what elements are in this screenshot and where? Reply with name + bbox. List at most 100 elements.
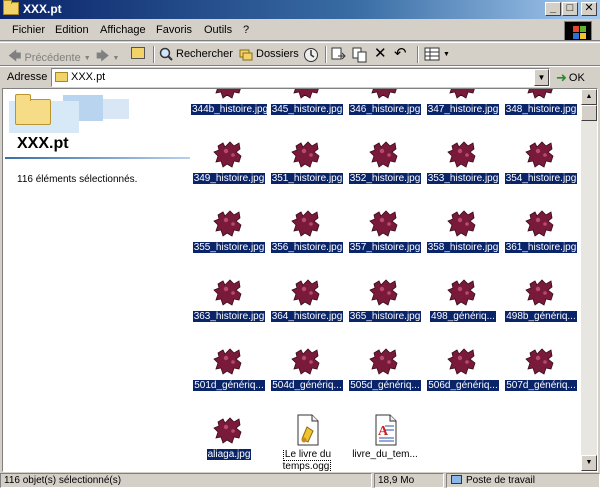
- file-item[interactable]: 358_histoire.jpg: [424, 200, 502, 268]
- image-thumbnail-icon: [368, 206, 402, 240]
- image-thumbnail-icon: [446, 206, 480, 240]
- address-input[interactable]: XXX.pt ▼: [51, 68, 550, 87]
- status-selection: 116 objet(s) sélectionné(s): [0, 473, 372, 488]
- file-item[interactable]: 361_histoire.jpg: [502, 200, 580, 268]
- search-button[interactable]: Rechercher: [159, 47, 233, 61]
- file-item[interactable]: Le livre du temps.ogg: [268, 407, 346, 471]
- file-item[interactable]: 344b_histoire.jpg: [190, 89, 268, 130]
- file-name-text: 349_histoire.jpg: [192, 173, 266, 184]
- file-item[interactable]: 352_histoire.jpg: [346, 131, 424, 199]
- up-folder-button[interactable]: [131, 47, 145, 59]
- file-item[interactable]: 364_histoire.jpg: [268, 269, 346, 337]
- file-name-text: 354_histoire.jpg: [504, 173, 578, 184]
- file-name: 505d_génériq...: [347, 380, 423, 392]
- undo-button[interactable]: ↶: [394, 45, 407, 62]
- close-button[interactable]: ✕: [581, 2, 597, 16]
- file-name: 346_histoire.jpg: [347, 104, 423, 116]
- search-label: Rechercher: [176, 48, 233, 60]
- file-name-text: 361_histoire.jpg: [504, 242, 578, 253]
- image-thumbnail-icon: [212, 275, 246, 309]
- history-button[interactable]: [303, 47, 319, 63]
- status-location: Poste de travail: [446, 473, 600, 488]
- file-name-text: 355_histoire.jpg: [192, 242, 266, 253]
- file-name: 351_histoire.jpg: [269, 173, 345, 185]
- scroll-thumb[interactable]: [581, 105, 597, 121]
- go-button[interactable]: ➜ OK: [556, 70, 585, 86]
- file-name: 361_histoire.jpg: [503, 242, 579, 254]
- history-icon: [304, 48, 318, 62]
- computer-icon: [451, 475, 462, 484]
- file-name: 357_histoire.jpg: [347, 242, 423, 254]
- file-item[interactable]: 356_histoire.jpg: [268, 200, 346, 268]
- file-name: 507d_génériq...: [503, 380, 579, 392]
- folders-label: Dossiers: [256, 48, 299, 60]
- undo-icon: ↶: [394, 45, 407, 62]
- status-location-label: Poste de travail: [466, 475, 535, 486]
- scroll-up-button[interactable]: ▲: [581, 89, 597, 105]
- delete-button[interactable]: ✕: [374, 46, 387, 61]
- file-item[interactable]: 498_génériq...: [424, 269, 502, 337]
- file-item[interactable]: 505d_génériq...: [346, 338, 424, 406]
- image-thumbnail-icon: [212, 89, 246, 102]
- file-item[interactable]: 346_histoire.jpg: [346, 89, 424, 130]
- minimize-button[interactable]: _: [545, 2, 561, 16]
- file-item[interactable]: 506d_génériq...: [424, 338, 502, 406]
- file-name-text: 498b_génériq...: [505, 311, 577, 322]
- image-thumbnail-icon: [290, 206, 324, 240]
- folder-icon: [3, 0, 19, 15]
- folder-icon: [55, 72, 68, 82]
- maximize-button[interactable]: □: [562, 2, 578, 16]
- file-item[interactable]: 351_histoire.jpg: [268, 131, 346, 199]
- image-thumbnail-icon: [368, 137, 402, 171]
- move-to-button[interactable]: [331, 47, 347, 63]
- file-item[interactable]: 501d_génériq...: [190, 338, 268, 406]
- file-item[interactable]: 353_histoire.jpg: [424, 131, 502, 199]
- file-item[interactable]: 498b_génériq...: [502, 269, 580, 337]
- file-item[interactable]: 348_histoire.jpg: [502, 89, 580, 130]
- file-item[interactable]: 349_histoire.jpg: [190, 131, 268, 199]
- file-item[interactable]: 504d_génériq...: [268, 338, 346, 406]
- file-name: 356_histoire.jpg: [269, 242, 345, 254]
- file-name: 348_histoire.jpg: [503, 104, 579, 116]
- menu-tools[interactable]: Outils: [204, 24, 232, 36]
- file-name: 349_histoire.jpg: [191, 173, 267, 185]
- selection-summary: 116 éléments sélectionnés.: [17, 174, 138, 185]
- image-thumbnail-icon: [290, 275, 324, 309]
- chevron-down-icon: ▼: [83, 54, 91, 62]
- views-button[interactable]: ▼: [424, 47, 450, 61]
- file-name: 504d_génériq...: [269, 380, 345, 392]
- copy-to-button[interactable]: [352, 47, 368, 63]
- address-dropdown-button[interactable]: ▼: [534, 69, 549, 86]
- file-item[interactable]: 365_histoire.jpg: [346, 269, 424, 337]
- file-item[interactable]: 355_histoire.jpg: [190, 200, 268, 268]
- menu-help[interactable]: ?: [243, 24, 249, 36]
- file-name: 365_histoire.jpg: [347, 311, 423, 323]
- file-item[interactable]: aliaga.jpg: [190, 407, 268, 471]
- file-item[interactable]: 507d_génériq...: [502, 338, 580, 406]
- file-item[interactable]: 354_histoire.jpg: [502, 131, 580, 199]
- file-item[interactable]: 363_histoire.jpg: [190, 269, 268, 337]
- folders-button[interactable]: Dossiers: [239, 47, 299, 61]
- file-item[interactable]: 345_histoire.jpg: [268, 89, 346, 130]
- file-name: 355_histoire.jpg: [191, 242, 267, 254]
- menu-favorites[interactable]: Favoris: [156, 24, 192, 36]
- image-thumbnail-icon: [290, 137, 324, 171]
- file-item[interactable]: 347_histoire.jpg: [424, 89, 502, 130]
- audio-file-icon: [290, 413, 324, 447]
- file-name: 358_histoire.jpg: [425, 242, 501, 254]
- file-name-text: 356_histoire.jpg: [270, 242, 344, 253]
- chevron-down-icon: ▼: [112, 54, 120, 62]
- image-thumbnail-icon: [446, 275, 480, 309]
- vertical-scrollbar[interactable]: ▲ ▼: [581, 89, 597, 471]
- menu-view[interactable]: Affichage: [100, 24, 146, 36]
- menu-file[interactable]: Fichier: [12, 24, 45, 36]
- file-name-text: 346_histoire.jpg: [348, 104, 422, 115]
- image-thumbnail-icon: [446, 89, 480, 102]
- file-name: 344b_histoire.jpg: [191, 104, 267, 116]
- toolbar-separator: [325, 46, 327, 63]
- file-item[interactable]: Alivre_du_tem...: [346, 407, 424, 471]
- window-title: XXX.pt: [23, 2, 62, 16]
- file-item[interactable]: 357_histoire.jpg: [346, 200, 424, 268]
- menu-edit[interactable]: Edition: [55, 24, 89, 36]
- scroll-down-button[interactable]: ▼: [581, 455, 597, 471]
